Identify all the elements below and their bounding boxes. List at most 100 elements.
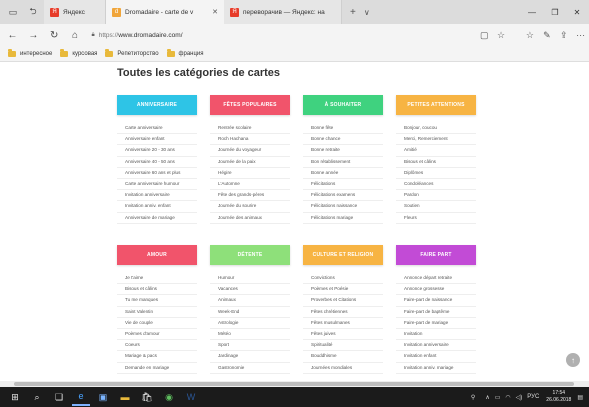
- forward-arrow-icon[interactable]: →: [25, 26, 42, 44]
- back-tabs-icon[interactable]: ⮌: [26, 5, 40, 19]
- tab-actions-icon[interactable]: ▭: [6, 5, 20, 19]
- category-link[interactable]: Journée des animaux: [210, 213, 290, 224]
- category-link[interactable]: Humour: [210, 273, 290, 285]
- category-header[interactable]: AMOUR: [117, 245, 197, 265]
- category-link[interactable]: Poèmes d'amour: [117, 329, 197, 341]
- pen-icon[interactable]: ✎: [538, 26, 555, 44]
- category-link[interactable]: Astrologie: [210, 318, 290, 329]
- store-icon[interactable]: 🛍︎: [138, 388, 156, 406]
- category-link[interactable]: Demande en mariage: [117, 363, 197, 374]
- category-link[interactable]: Journée du sourire: [210, 201, 290, 213]
- category-link[interactable]: Poèmes et Poésie: [303, 284, 383, 296]
- category-link[interactable]: Fêtes musulmanes: [303, 318, 383, 329]
- tab-yandex[interactable]: Я Яндекс: [44, 0, 106, 24]
- refresh-icon[interactable]: ↻: [46, 26, 63, 44]
- category-link[interactable]: Vie de couple: [117, 318, 197, 329]
- favorite-folder[interactable]: курсовая: [60, 49, 97, 57]
- category-link[interactable]: Merci, Remerciement: [396, 134, 476, 146]
- category-link[interactable]: Fêtes juives: [303, 329, 383, 341]
- back-arrow-icon[interactable]: ←: [4, 26, 21, 44]
- category-link[interactable]: Invitation anniversaire: [396, 340, 476, 352]
- category-link[interactable]: Diplômes: [396, 168, 476, 179]
- category-link[interactable]: Animaux: [210, 295, 290, 307]
- volume-icon[interactable]: ◁): [516, 394, 523, 401]
- category-link[interactable]: Bonne année: [303, 168, 383, 179]
- category-link[interactable]: Félicitations examens: [303, 190, 383, 202]
- close-tab-icon[interactable]: ✕: [208, 8, 218, 16]
- new-tab-icon[interactable]: +: [350, 7, 356, 18]
- category-link[interactable]: Bon rétablissement: [303, 157, 383, 168]
- language-indicator[interactable]: РУС: [527, 394, 539, 400]
- category-link[interactable]: Anniversaire 60 ans et plus: [117, 168, 197, 179]
- category-link[interactable]: Invitation anniversaire: [117, 190, 197, 202]
- category-link[interactable]: Faire-part de baptême: [396, 307, 476, 318]
- close-window-icon[interactable]: ✕: [566, 0, 588, 24]
- category-link[interactable]: Soutien: [396, 201, 476, 213]
- category-link[interactable]: Carte anniversaire: [117, 123, 197, 135]
- tab-list-chevron-icon[interactable]: ∨: [364, 8, 370, 17]
- category-link[interactable]: Rentrée scolaire: [210, 123, 290, 135]
- wifi-icon[interactable]: ◠: [505, 394, 510, 401]
- clock[interactable]: 17:54 26.06.2018: [546, 390, 571, 404]
- notifications-icon[interactable]: ▤: [577, 394, 583, 401]
- category-link[interactable]: Anniversaire de mariage: [117, 213, 197, 224]
- home-icon[interactable]: ⌂: [67, 26, 84, 44]
- favorite-folder[interactable]: интересное: [8, 49, 52, 57]
- category-link[interactable]: Week-End: [210, 307, 290, 318]
- category-link[interactable]: Spiritualité: [303, 340, 383, 352]
- category-link[interactable]: Météo: [210, 329, 290, 341]
- category-link[interactable]: Pardon: [396, 190, 476, 202]
- category-link[interactable]: Condoléances: [396, 179, 476, 191]
- category-link[interactable]: Sport: [210, 340, 290, 352]
- edge-browser-icon[interactable]: e: [72, 388, 90, 406]
- category-link[interactable]: Félicitations naissance: [303, 201, 383, 213]
- category-link[interactable]: Amitié: [396, 145, 476, 157]
- category-link[interactable]: Coeurs: [117, 340, 197, 352]
- category-link[interactable]: Bouddhisme: [303, 351, 383, 363]
- category-link[interactable]: Invitation enfant: [396, 351, 476, 363]
- category-link[interactable]: Annonce départ retraite: [396, 273, 476, 285]
- category-link[interactable]: Bonjour, coucou: [396, 123, 476, 135]
- category-link[interactable]: Journée du voyageur: [210, 145, 290, 157]
- category-link[interactable]: Jardinage: [210, 351, 290, 363]
- maximize-icon[interactable]: ❐: [544, 0, 566, 24]
- category-link[interactable]: Je t'aime: [117, 273, 197, 285]
- category-link[interactable]: Bonne retraite: [303, 145, 383, 157]
- scrollbar-thumb[interactable]: [14, 382, 574, 386]
- person-icon[interactable]: ⚲: [471, 394, 475, 401]
- category-link[interactable]: Hégire: [210, 168, 290, 179]
- file-explorer-icon[interactable]: ▬: [116, 388, 134, 406]
- category-link[interactable]: Proverbes et Citations: [303, 295, 383, 307]
- category-link[interactable]: Félicitations mariage: [303, 213, 383, 224]
- category-link[interactable]: Bonne chance: [303, 134, 383, 146]
- category-link[interactable]: Roch Hachana: [210, 134, 290, 146]
- category-link[interactable]: Faire-part de mariage: [396, 318, 476, 329]
- category-link[interactable]: Convictions: [303, 273, 383, 285]
- category-link[interactable]: Anniversaire 20 - 30 ans: [117, 145, 197, 157]
- category-link[interactable]: Bisous et câlins: [117, 284, 197, 296]
- more-icon[interactable]: ···: [572, 26, 589, 44]
- favorite-folder[interactable]: Репетиторство: [105, 49, 159, 57]
- favorite-star-icon[interactable]: ☆: [493, 26, 510, 44]
- category-link[interactable]: Fête des grands-pères: [210, 190, 290, 202]
- category-header[interactable]: CULTURE ET RELIGION: [303, 245, 383, 265]
- minimize-icon[interactable]: —: [521, 0, 543, 24]
- category-link[interactable]: Saint Valentin: [117, 307, 197, 318]
- category-header[interactable]: À SOUHAITER: [303, 95, 383, 115]
- share-icon[interactable]: ⇪: [555, 26, 572, 44]
- category-link[interactable]: Carte anniversaire humour: [117, 179, 197, 191]
- category-link[interactable]: Annonce grossesse: [396, 284, 476, 296]
- category-link[interactable]: Gastronomie: [210, 363, 290, 374]
- word-icon[interactable]: W: [182, 388, 200, 406]
- category-header[interactable]: FÊTES POPULAIRES: [210, 95, 290, 115]
- category-link[interactable]: Journée de la paix: [210, 157, 290, 168]
- category-link[interactable]: Invitation anniv. enfant: [117, 201, 197, 213]
- category-header[interactable]: PETITES ATTENTIONS: [396, 95, 476, 115]
- category-link[interactable]: Invitation: [396, 329, 476, 341]
- search-icon[interactable]: ⌕: [28, 388, 46, 406]
- category-link[interactable]: Fleurs: [396, 213, 476, 224]
- category-link[interactable]: Bisous et câlins: [396, 157, 476, 168]
- task-view-icon[interactable]: ❏: [50, 388, 68, 406]
- explorer-icon[interactable]: ▣: [94, 388, 112, 406]
- category-link[interactable]: Félicitations: [303, 179, 383, 191]
